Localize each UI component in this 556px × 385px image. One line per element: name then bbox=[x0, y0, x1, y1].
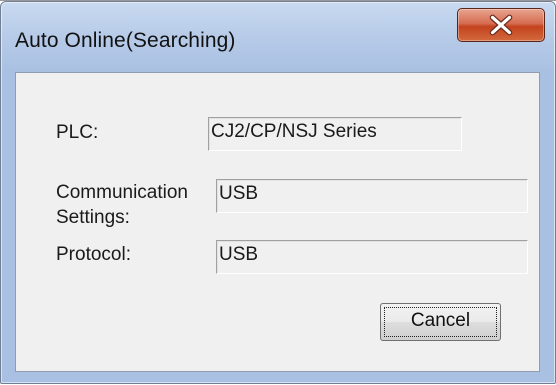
communication-settings-label-line2: Settings: bbox=[56, 207, 130, 228]
close-icon bbox=[489, 14, 513, 36]
cancel-button-label: Cancel bbox=[410, 310, 471, 331]
protocol-label: Protocol: bbox=[56, 244, 131, 265]
dialog-client-area: PLC: CJ2/CP/NSJ Series Communication Set… bbox=[15, 72, 540, 372]
plc-value: CJ2/CP/NSJ Series bbox=[211, 121, 377, 142]
communication-settings-field: USB bbox=[216, 179, 528, 213]
auto-online-dialog: Auto Online(Searching) PLC: CJ2/CP/NSJ S… bbox=[0, 1, 556, 384]
window-title: Auto Online(Searching) bbox=[15, 29, 236, 52]
plc-field: CJ2/CP/NSJ Series bbox=[208, 117, 462, 151]
plc-label: PLC: bbox=[56, 122, 99, 143]
close-button[interactable] bbox=[457, 8, 545, 42]
communication-settings-label-line1: Communication bbox=[56, 182, 188, 203]
cancel-button[interactable]: Cancel bbox=[380, 303, 501, 341]
communication-settings-value: USB bbox=[219, 183, 259, 204]
protocol-field: USB bbox=[216, 240, 528, 274]
protocol-value: USB bbox=[219, 244, 259, 265]
